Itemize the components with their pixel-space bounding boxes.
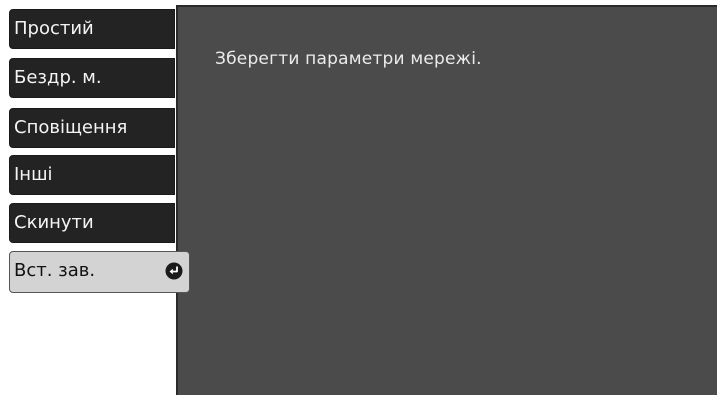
menu-item-wireless[interactable]: Бездр. м. (9, 58, 175, 98)
menu-item-label: Скинути (14, 212, 94, 233)
menu-item-notifications[interactable]: Сповіщення (9, 108, 175, 148)
menu-item-label: Інші (14, 164, 53, 185)
menu-item-other[interactable]: Інші (9, 155, 175, 195)
menu-item-set-complete[interactable]: Вст. зав. (9, 251, 190, 293)
menu-item-label: Бездр. м. (14, 67, 102, 88)
menu-item-label: Сповіщення (14, 117, 128, 138)
menu-item-prostyi[interactable]: Простий (9, 9, 175, 49)
menu-item-label: Простий (14, 18, 94, 39)
enter-icon (165, 262, 183, 280)
content-panel: Зберегти параметри мережі. (176, 5, 717, 395)
menu-item-reset[interactable]: Скинути (9, 203, 175, 243)
menu-item-label: Вст. зав. (14, 260, 96, 281)
help-text: Зберегти параметри мережі. (215, 49, 482, 69)
